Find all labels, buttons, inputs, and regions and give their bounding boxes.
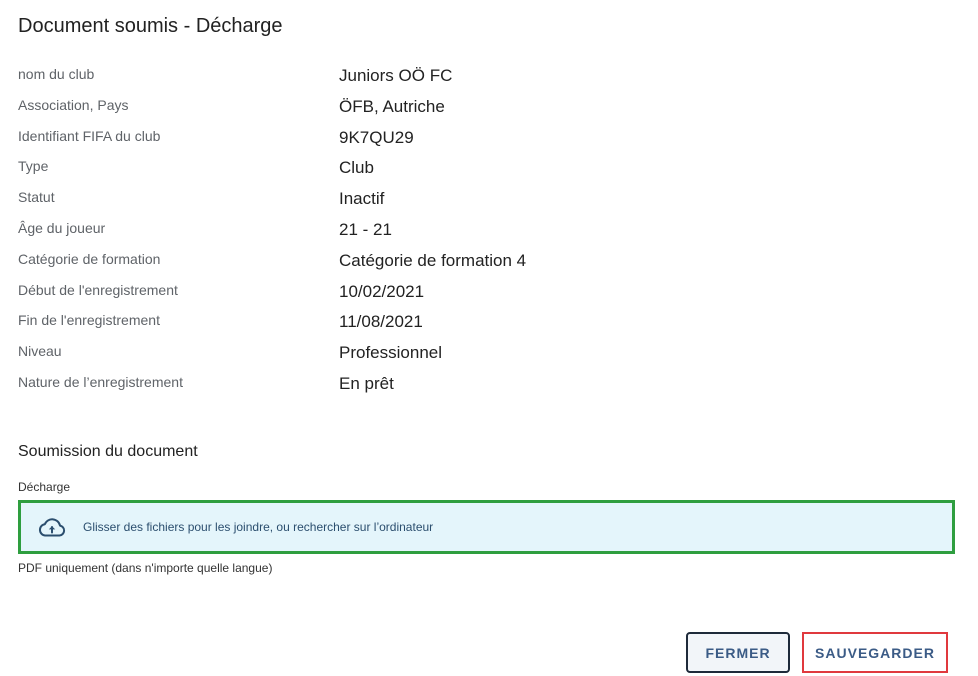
detail-value: Club bbox=[339, 158, 374, 178]
detail-label: Type bbox=[18, 158, 49, 175]
detail-value: 11/08/2021 bbox=[339, 312, 423, 332]
detail-row-registration-start: Début de l'enregistrement 10/02/2021 bbox=[18, 278, 918, 309]
detail-row-type: Type Club bbox=[18, 154, 918, 185]
detail-row-fifa-id: Identifiant FIFA du club 9K7QU29 bbox=[18, 124, 918, 155]
detail-value: 9K7QU29 bbox=[339, 127, 414, 147]
page-title: Document soumis - Décharge bbox=[18, 15, 283, 37]
detail-value: Juniors OÖ FC bbox=[339, 66, 453, 85]
detail-value: Inactif bbox=[339, 189, 385, 209]
detail-label: Nature de l’enregistrement bbox=[18, 373, 183, 390]
detail-label: Début de l'enregistrement bbox=[18, 281, 178, 298]
close-button[interactable]: FERMER bbox=[686, 632, 790, 673]
detail-value: ÖFB, Autriche bbox=[339, 96, 445, 116]
details-list: nom du club Juniors OÖ FC Association, P… bbox=[18, 62, 918, 401]
detail-row-status: Statut Inactif bbox=[18, 185, 918, 216]
detail-value: Catégorie de formation 4 bbox=[339, 250, 527, 270]
detail-row-registration-end: Fin de l'enregistrement 11/08/2021 bbox=[18, 308, 918, 339]
file-dropzone[interactable]: Glisser des fichiers pour les joindre, o… bbox=[18, 500, 955, 554]
field-label-release: Décharge bbox=[18, 480, 71, 494]
file-format-help-text: PDF uniquement (dans n'importe quelle la… bbox=[18, 561, 273, 575]
detail-label: Identifiant FIFA du club bbox=[18, 127, 161, 144]
section-title-document-submission: Soumission du document bbox=[18, 443, 198, 460]
detail-row-player-age: Âge du joueur 21 - 21 bbox=[18, 216, 918, 247]
detail-label: Catégorie de formation bbox=[18, 250, 161, 267]
detail-row-association: Association, Pays ÖFB, Autriche bbox=[18, 93, 918, 124]
detail-label: Association, Pays bbox=[18, 96, 129, 113]
cloud-upload-icon bbox=[38, 516, 68, 538]
dropzone-text[interactable]: Glisser des fichiers pour les joindre, o… bbox=[83, 520, 433, 534]
detail-row-training-category: Catégorie de formation Catégorie de form… bbox=[18, 247, 918, 278]
detail-label: Statut bbox=[18, 189, 55, 206]
detail-value: 21 - 21 bbox=[339, 219, 392, 239]
detail-value: 10/02/2021 bbox=[339, 281, 425, 301]
detail-row-registration-nature: Nature de l’enregistrement En prêt bbox=[18, 370, 918, 401]
detail-value: En prêt bbox=[339, 373, 394, 393]
detail-label: Niveau bbox=[18, 343, 62, 360]
detail-label: Âge du joueur bbox=[18, 219, 106, 236]
detail-label: Fin de l'enregistrement bbox=[18, 312, 160, 329]
detail-value: Professionnel bbox=[339, 343, 443, 363]
detail-row-club-name: nom du club Juniors OÖ FC bbox=[18, 62, 918, 93]
detail-label: nom du club bbox=[18, 66, 95, 82]
detail-row-level: Niveau Professionnel bbox=[18, 339, 918, 370]
save-button[interactable]: SAUVEGARDER bbox=[802, 632, 948, 673]
